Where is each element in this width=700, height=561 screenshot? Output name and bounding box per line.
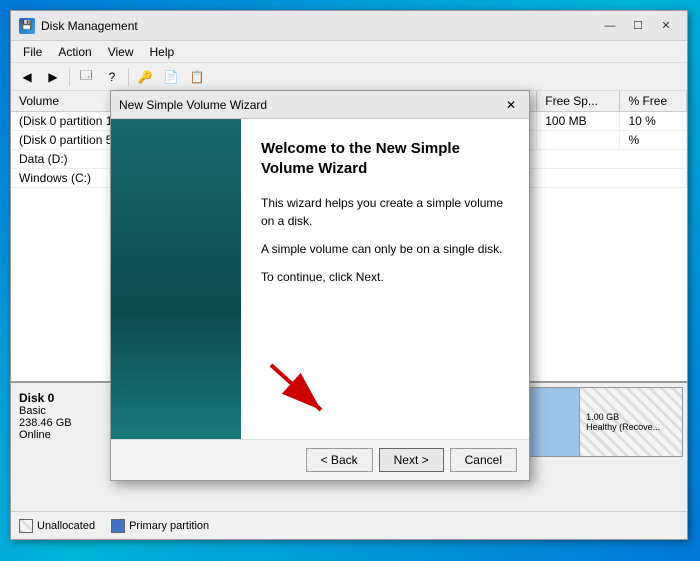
cell-pcfree: 10 % [620, 112, 687, 131]
back-button[interactable]: < Back [306, 448, 373, 472]
legend-unallocated: Unallocated [19, 519, 95, 533]
legend-primary: Primary partition [111, 519, 209, 533]
wizard-dialog: New Simple Volume Wizard ✕ Welcome to th… [110, 90, 530, 481]
cell-freesp: 100 MB [537, 112, 620, 131]
menu-file[interactable]: File [15, 43, 50, 61]
menu-action[interactable]: Action [50, 43, 99, 61]
cancel-button[interactable]: Cancel [450, 448, 517, 472]
legend-primary-label: Primary partition [129, 520, 209, 532]
toolbar-separator-2 [128, 68, 129, 86]
disk-type: Basic [19, 405, 111, 417]
wizard-body: Welcome to the New Simple Volume Wizard … [111, 119, 529, 439]
cell-pcfree: % [620, 131, 687, 150]
wizard-para-2: A simple volume can only be on a single … [261, 240, 509, 258]
wizard-footer: < Back Next > Cancel [111, 439, 529, 480]
wizard-close-button[interactable]: ✕ [501, 95, 521, 115]
wizard-title: New Simple Volume Wizard [119, 98, 501, 112]
app-icon: 💾 [19, 18, 35, 34]
toolbar-separator-1 [69, 68, 70, 86]
title-bar: 💾 Disk Management — ☐ ✕ [11, 11, 687, 41]
status-bar: Unallocated Primary partition [11, 511, 687, 539]
close-button[interactable]: ✕ [653, 16, 679, 36]
window-controls: — ☐ ✕ [597, 16, 679, 36]
window-title: Disk Management [41, 19, 597, 33]
disk-status: Online [19, 429, 111, 441]
partition-3[interactable]: 1.00 GB Healthy (Recove... [580, 388, 682, 456]
wizard-title-bar: New Simple Volume Wizard ✕ [111, 91, 529, 119]
disk-label-0: Disk 0 Basic 238.46 GB Online [15, 387, 115, 457]
toolbar: ◀ ▶ 🗔 ? 🔑 📄 📋 [11, 63, 687, 91]
col-pcfree: % Free [620, 91, 687, 112]
legend-unallocated-label: Unallocated [37, 520, 95, 532]
menu-bar: File Action View Help [11, 41, 687, 63]
wizard-para-3: To continue, click Next. [261, 268, 509, 286]
toolbar-btn-7[interactable]: 📋 [185, 66, 209, 88]
wizard-sidebar-image [111, 119, 241, 439]
wizard-heading: Welcome to the New Simple Volume Wizard [261, 139, 509, 178]
legend-primary-box [111, 519, 125, 533]
toolbar-btn-6[interactable]: 📄 [159, 66, 183, 88]
wizard-para-1: This wizard helps you create a simple vo… [261, 194, 509, 230]
toolbar-btn-4[interactable]: ? [100, 66, 124, 88]
toolbar-btn-3[interactable]: 🗔 [74, 66, 98, 88]
cell-freesp [537, 131, 620, 150]
disk-name: Disk 0 [19, 391, 111, 405]
minimize-button[interactable]: — [597, 16, 623, 36]
forward-button[interactable]: ▶ [41, 66, 65, 88]
maximize-button[interactable]: ☐ [625, 16, 651, 36]
back-button[interactable]: ◀ [15, 66, 39, 88]
legend-unallocated-box [19, 519, 33, 533]
disk-size: 238.46 GB [19, 417, 111, 429]
col-freesp: Free Sp... [537, 91, 620, 112]
wizard-content: Welcome to the New Simple Volume Wizard … [241, 119, 529, 439]
menu-help[interactable]: Help [142, 43, 183, 61]
menu-view[interactable]: View [100, 43, 142, 61]
next-button[interactable]: Next > [379, 448, 444, 472]
toolbar-btn-5[interactable]: 🔑 [133, 66, 157, 88]
